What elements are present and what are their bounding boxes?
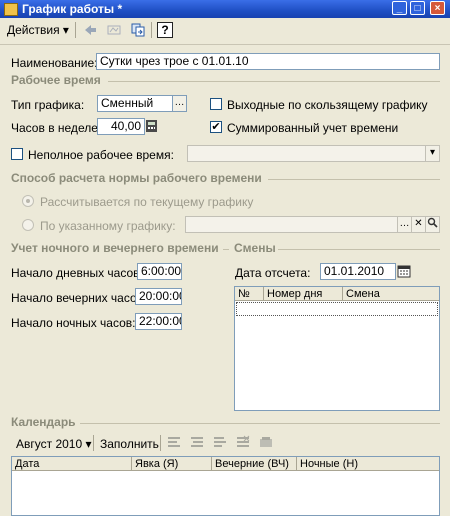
calendar-col-night[interactable]: Ночные (Н) [297,457,439,471]
title-bar: График работы * _ □ × [0,0,450,18]
night-evening-title: Учет ночного и вечернего времени [11,241,219,255]
night-start-input[interactable]: 22:00:00 [135,313,182,330]
calendar-col-evening[interactable]: Вечерние (ВЧ) [212,457,297,471]
ref-date-label: Дата отсчета: [235,266,311,280]
month-selector[interactable]: Август 2010 ▾ [16,437,92,451]
norm-schedule-field[interactable] [185,216,398,233]
toolbar: Действия ▾ ? [0,18,450,45]
calendar-col-date[interactable]: Дата [12,457,132,471]
norm-by-schedule-radio[interactable] [22,219,34,231]
work-time-title: Рабочее время [11,73,101,87]
norm-by-schedule-label: По указанному графику: [40,219,176,233]
schedule-type-field[interactable]: Сменный [97,95,173,112]
row-insert-icon[interactable] [189,434,205,450]
sliding-weekends-label: Выходные по скользящему графику [227,98,428,112]
maximize-button[interactable]: □ [410,1,425,15]
calculator-icon[interactable] [145,119,161,135]
section-divider [108,81,440,82]
section-divider [268,179,440,180]
part-time-label: Неполное рабочее время: [28,148,174,162]
day-start-label: Начало дневных часов: [11,266,143,280]
norm-current-label: Рассчитывается по текущему графику [40,195,254,209]
part-time-field[interactable] [187,145,427,162]
calendar-icon[interactable] [397,264,413,280]
fill-button[interactable]: Заполнить [100,437,159,451]
section-divider [80,423,440,424]
weekly-hours-label: Часов в неделе: [11,121,102,135]
schedule-type-label: Тип графика: [11,98,85,112]
table-row[interactable] [236,302,438,316]
actions-label: Действия [7,23,60,37]
norm-schedule-search-icon[interactable] [425,216,440,233]
weekly-hours-input[interactable]: 40,00 [97,118,145,135]
shifts-col-day-number[interactable]: Номер дня [264,287,343,301]
sliding-weekends-checkbox[interactable] [210,98,222,110]
section-divider [223,249,229,250]
section-divider [278,249,440,250]
shifts-table[interactable]: № Номер дня Смена [234,286,440,411]
norm-schedule-clear-button[interactable]: ✕ [411,216,426,233]
copy-icon[interactable] [130,22,146,38]
row-copy-icon[interactable] [212,434,228,450]
name-label: Наименование: [11,56,98,70]
name-input[interactable]: Сутки чрез трое с 01.01.10 [96,53,440,70]
app-icon [4,3,18,16]
summarized-checkbox[interactable]: ✔ [210,121,222,133]
day-start-input[interactable]: 6:00:00 [137,263,182,280]
ref-date-input[interactable]: 01.01.2010 [320,263,396,280]
part-time-dropdown-button[interactable]: ▾ [425,145,440,162]
shifts-col-shift[interactable]: Смена [343,287,439,301]
window-title: График работы * [22,2,123,16]
evening-start-label: Начало вечерних часов: [11,291,147,305]
row-add-icon[interactable] [166,434,182,450]
schedule-type-select-button[interactable]: … [172,95,187,112]
norm-title: Способ расчета нормы рабочего времени [11,171,262,185]
shifts-title: Смены [234,241,276,255]
month-label: Август 2010 [16,437,83,451]
close-button[interactable]: × [430,1,445,15]
minimize-button[interactable]: _ [392,1,407,15]
norm-schedule-select-button[interactable]: … [397,216,412,233]
night-start-label: Начало ночных часов: [11,316,136,330]
row-delete-icon[interactable] [235,434,251,450]
summarized-label: Суммированный учет времени [227,121,399,135]
calendar-col-attendance[interactable]: Явка (Я) [132,457,212,471]
evening-start-input[interactable]: 20:00:00 [135,288,182,305]
help-icon[interactable]: ? [157,22,173,38]
calendar-title: Календарь [11,415,76,429]
toolbar-separator [151,22,152,38]
structure-icon[interactable] [106,22,122,38]
shifts-col-number[interactable]: № [235,287,264,301]
actions-menu[interactable]: Действия ▾ [7,21,69,39]
calendar-table[interactable]: Дата Явка (Я) Вечерние (ВЧ) Ночные (Н) [11,456,440,516]
back-icon[interactable] [82,22,98,38]
toolbar-separator [75,22,76,38]
toolbar-separator [160,435,161,451]
row-clear-icon[interactable] [258,434,274,450]
norm-current-radio[interactable] [22,195,34,207]
part-time-checkbox[interactable] [11,148,23,160]
toolbar-separator [93,435,94,451]
